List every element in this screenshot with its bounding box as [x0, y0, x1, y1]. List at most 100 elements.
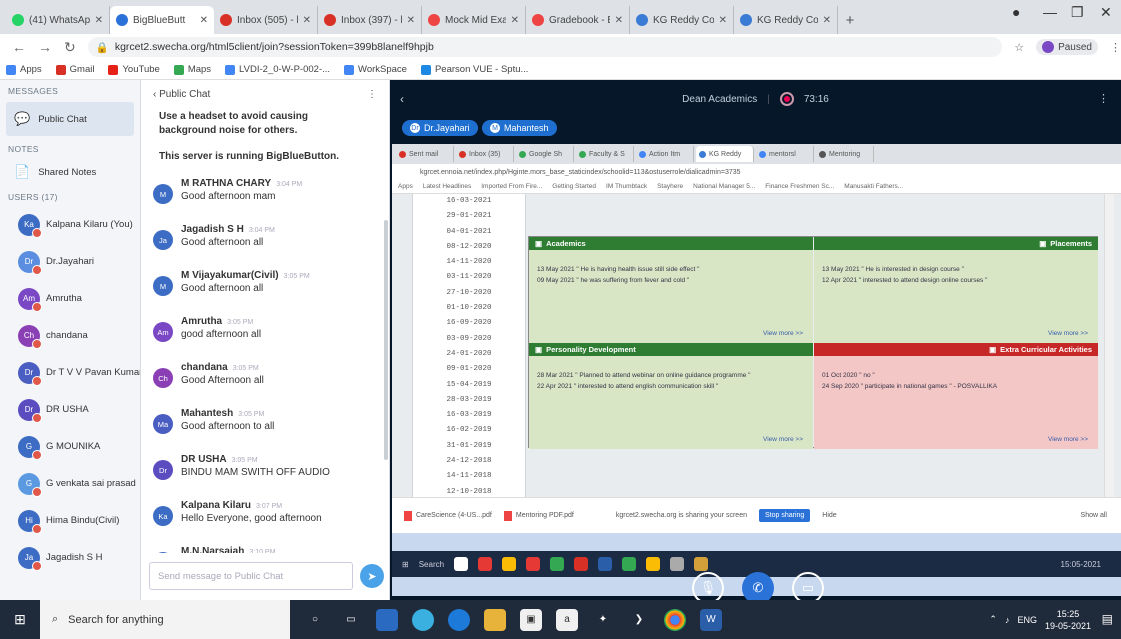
dropbox-icon[interactable]: ✦ [592, 609, 614, 631]
network-icon[interactable]: ⌃ [989, 614, 997, 625]
send-icon[interactable]: ➤ [360, 564, 384, 588]
message-text: good afternoon all [181, 329, 262, 340]
forward-icon[interactable]: → [38, 39, 52, 55]
user-list-item[interactable]: Ch chandana [0, 317, 140, 354]
app-icon[interactable]: ❯ [628, 609, 650, 631]
profile-button[interactable]: Paused [1036, 39, 1098, 55]
profile-icon[interactable]: ● [1012, 4, 1020, 20]
browser-tab[interactable]: BigBlueButt ✕ [110, 6, 214, 34]
close-tab-icon[interactable]: ✕ [615, 15, 623, 26]
recording-icon[interactable] [779, 92, 794, 106]
tab-favicon-icon [116, 14, 128, 26]
windows-start-icon[interactable]: ⊞ [0, 600, 40, 639]
user-list-item[interactable]: Dr Dr T V V Pavan Kumar [0, 354, 140, 391]
shared-tab: Sent mail [396, 146, 454, 162]
system-message: Use a headset to avoid causing backgroun… [159, 111, 308, 136]
language-indicator[interactable]: ENG [1017, 615, 1037, 625]
public-chat-item[interactable]: 💬 Public Chat [6, 102, 134, 136]
chat-message: M M Vijayakumar(Civil) 3:05 PM Good afterno… [149, 264, 377, 310]
sender-name: DR USHA [181, 454, 227, 465]
tab-favicon-icon [12, 14, 24, 26]
messages-heading: MESSAGES [8, 86, 59, 96]
avatar: Dr [18, 361, 42, 386]
maximize-icon[interactable]: ❐ [1071, 4, 1084, 21]
notifications-icon[interactable]: ▤ [1102, 612, 1113, 626]
bookmark-item[interactable]: Pearson VUE - Sptu... [420, 64, 528, 75]
chat-scrollbar[interactable] [384, 220, 388, 460]
mentoring-page: 16-03-2021 29-01-2021 04-01-2021 08-12-2020… [392, 194, 1121, 497]
reload-icon[interactable]: ↻ [64, 39, 76, 56]
sender-name: M Vijayakumar(Civil) [181, 270, 279, 281]
bookmark-item[interactable]: YouTube [108, 64, 160, 75]
chat-options-icon[interactable]: ⋮ [367, 89, 377, 100]
close-tab-icon[interactable]: ✕ [303, 15, 311, 26]
bookmark-item[interactable]: WorkSpace [344, 64, 407, 75]
presenter-pill[interactable]: M Mahantesh [482, 120, 557, 136]
message-text: Good afternoon all [181, 283, 264, 294]
date-entry: 16-02-2019 [446, 426, 492, 435]
close-tab-icon[interactable]: ✕ [823, 15, 831, 26]
store-icon[interactable] [376, 608, 398, 631]
browser-tab[interactable]: (41) WhatsApp ✕ [6, 6, 110, 34]
bookmark-item[interactable]: Maps [173, 64, 211, 75]
file-explorer-icon[interactable] [484, 608, 506, 631]
clock[interactable]: 15:25 19-05-2021 [1045, 608, 1091, 632]
task-view-icon[interactable]: ▭ [340, 609, 362, 631]
quadrant-header: ▣ Placements [814, 237, 1098, 250]
user-list-item[interactable]: G G venkata sai prasad [0, 465, 140, 502]
star-icon[interactable]: ☆ [1014, 41, 1024, 54]
bookmark-item[interactable]: LVDI-2_0-W-P-002-... [225, 64, 330, 75]
menu-icon[interactable]: ⋮ [1110, 41, 1121, 54]
sender-name: Amrutha [181, 316, 223, 327]
word-icon[interactable]: W [700, 608, 722, 631]
browser-tab[interactable]: Inbox (505) - kel ✕ [214, 6, 318, 34]
user-list-item[interactable]: Ja Jagadish S H [0, 539, 140, 576]
presenter-pill[interactable]: Dr Dr.Jayahari [402, 120, 478, 136]
user-list-item[interactable]: Dr DR USHA [0, 391, 140, 428]
browser-tab[interactable]: Gradebook - Ba ✕ [526, 6, 630, 34]
url-field[interactable]: 🔒 kgrcet2.swecha.org/html5client/join?ses… [87, 37, 1003, 57]
close-tab-icon[interactable]: ✕ [407, 15, 415, 26]
new-tab-icon[interactable]: + [838, 6, 862, 34]
edge-icon[interactable] [412, 608, 434, 631]
store-bag-icon[interactable]: ▣ [520, 608, 542, 631]
message-time: 3:04 PM [248, 227, 275, 234]
minimize-icon[interactable]: — [1043, 4, 1057, 20]
close-tab-icon[interactable]: ✕ [200, 15, 208, 26]
app-icon[interactable]: a [556, 608, 578, 631]
avatar: G [18, 435, 42, 460]
close-tab-icon[interactable]: ✕ [719, 15, 727, 26]
shared-notes-item[interactable]: 📄 Shared Notes [0, 158, 140, 186]
back-icon[interactable]: ← [12, 39, 26, 55]
sender-name: M RATHNA CHARY [181, 178, 272, 189]
taskbar-search[interactable]: ⌕ Search for anything [40, 600, 290, 639]
user-list-item[interactable]: Ka Kalpana Kilaru (You) [0, 206, 140, 243]
sender-name: M.N.Narsaiah [181, 546, 245, 553]
volume-icon[interactable]: ♪ [1005, 615, 1010, 625]
chat-input[interactable]: Send message to Public Chat [149, 562, 353, 590]
shared-bookmark: National Manager 5... [693, 183, 756, 190]
tab-favicon-icon [324, 14, 336, 26]
user-list-item[interactable]: Am Amrutha [0, 280, 140, 317]
user-list-item[interactable]: Hi Hima Bindu(Civil) [0, 502, 140, 539]
close-tab-icon[interactable]: ✕ [95, 15, 103, 26]
options-icon[interactable]: ⋮ [1098, 92, 1109, 105]
chat-back-button[interactable]: ‹ Public Chat [153, 89, 210, 100]
chrome-icon[interactable] [664, 608, 686, 631]
bookmark-item[interactable]: Apps [6, 64, 42, 75]
user-list-item[interactable]: G G MOUNIKA [0, 428, 140, 465]
bookmark-icon [55, 64, 66, 75]
bookmark-item[interactable]: Gmail [55, 64, 94, 75]
user-list-item[interactable]: Dr Dr.Jayahari [0, 243, 140, 280]
edge-new-icon[interactable] [448, 608, 470, 631]
browser-tab[interactable]: Inbox (397) - kla ✕ [318, 6, 422, 34]
browser-tab[interactable]: KG Reddy Colle ✕ [630, 6, 734, 34]
message-text: Good afternoon mam [181, 191, 276, 202]
cortana-icon[interactable]: ○ [304, 609, 326, 631]
browser-tab[interactable]: Mock Mid Exam ✕ [422, 6, 526, 34]
quadrant-entry: 12 Apr 2021 " interested to attend desig… [822, 277, 988, 284]
close-icon[interactable]: ✕ [1100, 4, 1112, 21]
browser-tab[interactable]: KG Reddy Colleg ✕ [734, 6, 838, 34]
close-tab-icon[interactable]: ✕ [511, 15, 519, 26]
message-sender: M Vijayakumar(Civil) 3:05 PM [181, 270, 310, 281]
